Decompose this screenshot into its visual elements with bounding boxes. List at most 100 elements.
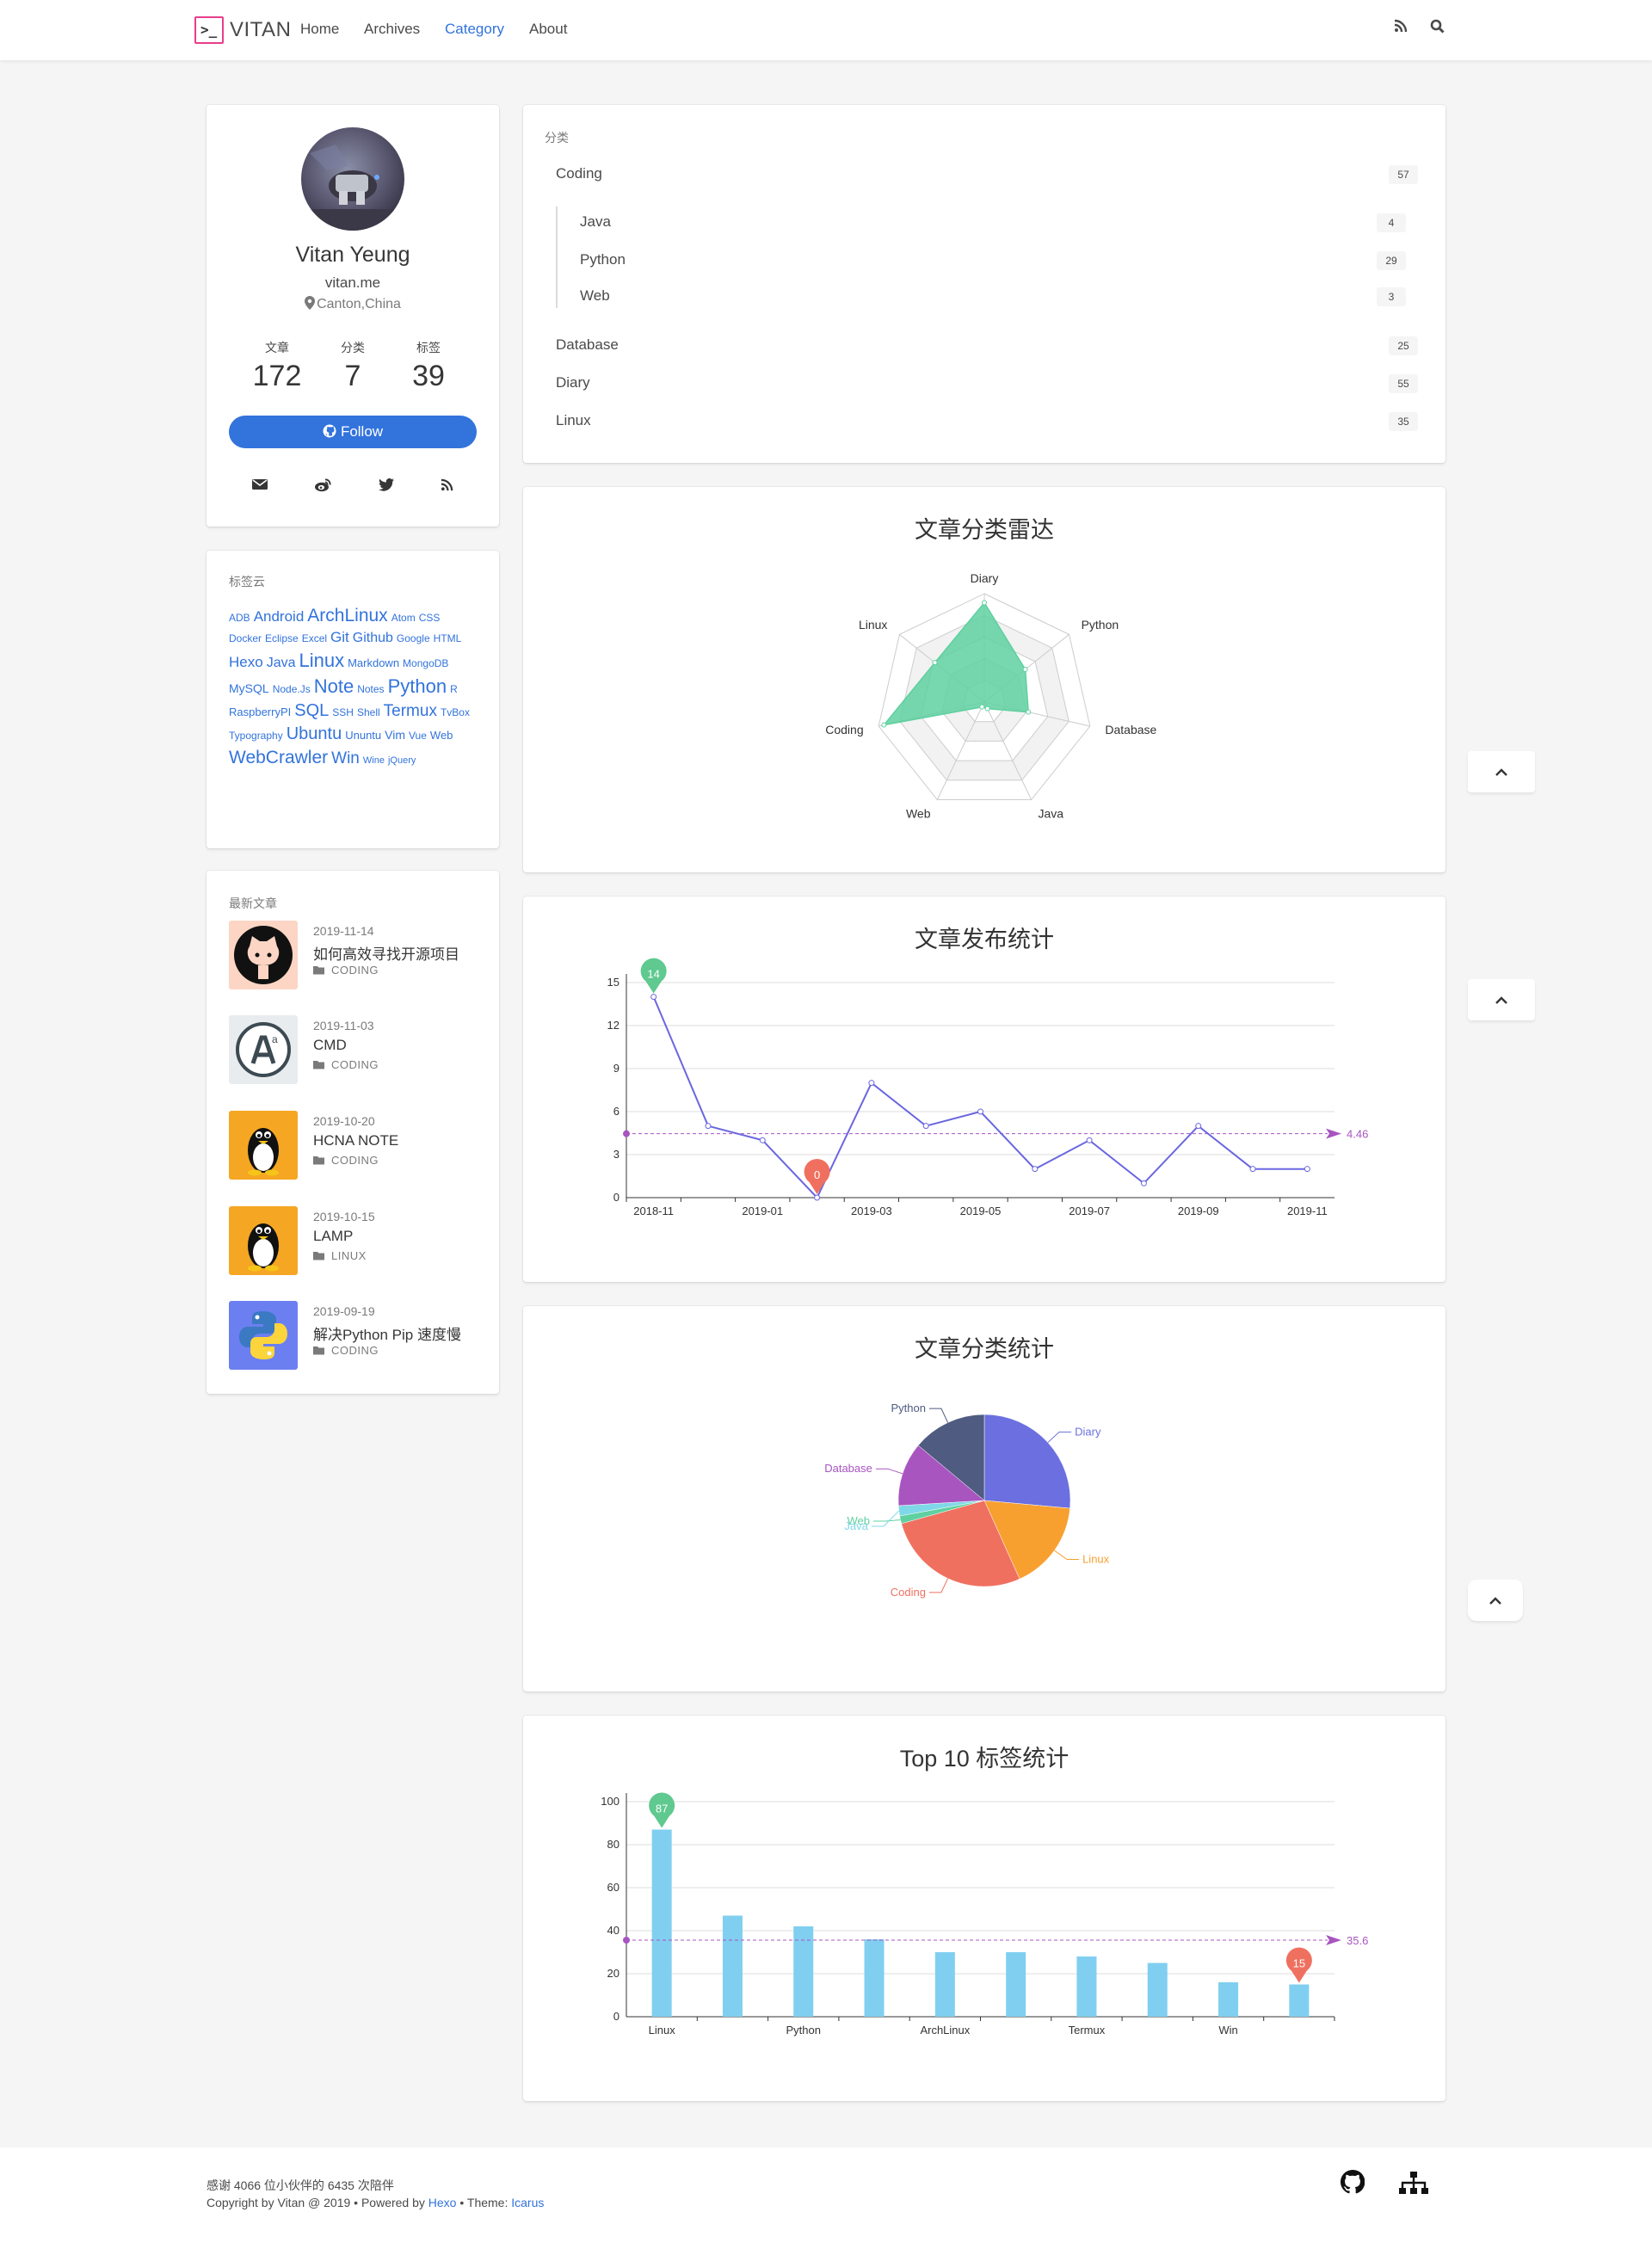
tag-vue[interactable]: Vue — [409, 729, 427, 743]
stat-posts[interactable]: 文章 172 — [234, 339, 320, 393]
category-item-linux[interactable]: Linux 35 — [556, 409, 1418, 434]
tag-python[interactable]: Python — [388, 674, 447, 699]
tag-ubuntu[interactable]: Ubuntu — [287, 723, 342, 746]
tag-ssh[interactable]: SSH — [332, 706, 354, 719]
tag-raspberrypi[interactable]: RaspberryPI — [229, 705, 291, 720]
tag-webcrawler[interactable]: WebCrawler — [229, 746, 328, 770]
nav-about[interactable]: About — [529, 21, 567, 38]
tag-node-js[interactable]: Node.Js — [273, 682, 311, 696]
post-category[interactable]: LINUX — [313, 1249, 367, 1262]
tag-docker[interactable]: Docker — [229, 632, 262, 645]
tag-typography[interactable]: Typography — [229, 729, 283, 743]
hexo-link[interactable]: Hexo — [428, 2196, 457, 2209]
tag-vim[interactable]: Vim — [385, 727, 405, 743]
tag-web[interactable]: Web — [430, 728, 453, 743]
recent-post[interactable]: 2019-11-14 如何高效寻找开源项目 CODING — [229, 921, 487, 993]
category-item-python[interactable]: Python 29 — [580, 248, 1418, 274]
post-category[interactable]: CODING — [313, 1154, 379, 1167]
y-tick-label: 3 — [613, 1148, 620, 1161]
tag-adb[interactable]: ADB — [229, 611, 250, 625]
tag-css[interactable]: CSS — [419, 611, 441, 625]
tag-git[interactable]: Git — [330, 628, 349, 648]
recent-post[interactable]: 2019-09-19 解决Python Pip 速度慢 CODING — [229, 1301, 487, 1373]
post-title[interactable]: 如何高效寻找开源项目 — [313, 942, 459, 964]
mail-icon[interactable] — [252, 478, 268, 495]
tag-eclipse[interactable]: Eclipse — [265, 632, 299, 645]
data-point — [868, 1080, 875, 1087]
search-icon[interactable] — [1430, 19, 1445, 38]
github-icon[interactable] — [229, 921, 298, 989]
tag-android[interactable]: Android — [254, 607, 305, 627]
y-tick-label: 100 — [601, 1795, 620, 1808]
tag-notes[interactable]: Notes — [357, 682, 384, 696]
logo-icon[interactable]: >_ — [194, 16, 224, 44]
post-category[interactable]: CODING — [313, 964, 379, 977]
chevron-up-icon — [1495, 996, 1507, 1004]
profile-site[interactable]: vitan.me — [206, 274, 499, 292]
nav-category[interactable]: Category — [445, 21, 504, 38]
category-item-coding[interactable]: Coding 57 — [556, 162, 1418, 188]
stat-categories[interactable]: 分类 7 — [310, 339, 396, 393]
tag-markdown[interactable]: Markdown — [348, 656, 399, 671]
tag-linux[interactable]: Linux — [299, 648, 344, 674]
category-item-web[interactable]: Web 3 — [580, 284, 1418, 310]
post-title[interactable]: HCNA NOTE — [313, 1132, 398, 1149]
back-to-top-button[interactable] — [1468, 979, 1535, 1020]
category-name: Python — [580, 251, 626, 268]
recent-post[interactable]: a 2019-11-03 CMD CODING — [229, 1015, 487, 1088]
tag-github[interactable]: Github — [353, 629, 393, 648]
tux-icon[interactable] — [229, 1111, 298, 1180]
category-item-database[interactable]: Database 25 — [556, 333, 1418, 359]
back-to-top-button[interactable] — [1468, 751, 1535, 792]
tag-ununtu[interactable]: Ununtu — [345, 728, 381, 743]
nav-archives[interactable]: Archives — [364, 21, 420, 38]
tag-hexo[interactable]: Hexo — [229, 653, 263, 673]
tag-wine[interactable]: Wine — [363, 755, 385, 767]
tag-win[interactable]: Win — [331, 748, 360, 770]
icarus-link[interactable]: Icarus — [511, 2196, 544, 2209]
tag-archlinux[interactable]: ArchLinux — [307, 604, 387, 628]
tag-google[interactable]: Google — [397, 632, 430, 645]
post-category[interactable]: CODING — [313, 1058, 379, 1071]
tag-note[interactable]: Note — [314, 674, 354, 699]
post-title[interactable]: LAMP — [313, 1228, 353, 1245]
sitemap-icon[interactable] — [1399, 2172, 1428, 2198]
twitter-icon[interactable] — [379, 478, 394, 496]
terminal-font-icon[interactable]: a — [229, 1015, 298, 1084]
post-title[interactable]: CMD — [313, 1037, 347, 1054]
tag-sql[interactable]: SQL — [294, 699, 329, 723]
brand-name[interactable]: VITAN — [230, 18, 291, 42]
tag-r[interactable]: R — [450, 682, 458, 696]
recent-post[interactable]: 2019-10-15 LAMP LINUX — [229, 1206, 487, 1279]
tag-termux[interactable]: Termux — [384, 700, 437, 723]
python-icon[interactable] — [229, 1301, 298, 1370]
tag-tvbox[interactable]: TvBox — [441, 706, 470, 719]
tag-atom[interactable]: Atom — [391, 611, 416, 625]
tag-shell[interactable]: Shell — [357, 706, 380, 719]
x-tick-label: Linux — [649, 2024, 676, 2037]
tag-mysql[interactable]: MySQL — [229, 681, 269, 697]
post-category[interactable]: CODING — [313, 1344, 379, 1357]
category-item-diary[interactable]: Diary 55 — [556, 371, 1418, 397]
tag-excel[interactable]: Excel — [302, 632, 327, 645]
rss-icon[interactable] — [1394, 19, 1408, 37]
radar-indicator-label: Database — [1105, 723, 1156, 736]
stat-tags[interactable]: 标签 39 — [385, 339, 472, 393]
github-icon[interactable] — [1340, 2169, 1365, 2198]
back-to-top-button[interactable] — [1468, 1580, 1523, 1621]
recent-post[interactable]: 2019-10-20 HCNA NOTE CODING — [229, 1111, 487, 1183]
recent-title: 最新文章 — [229, 897, 277, 910]
tag-html[interactable]: HTML — [434, 632, 462, 645]
weibo-icon[interactable] — [314, 478, 331, 496]
post-title[interactable]: 解决Python Pip 速度慢 — [313, 1322, 461, 1344]
nav-home[interactable]: Home — [300, 21, 339, 38]
category-item-java[interactable]: Java 4 — [580, 210, 1418, 236]
tag-java[interactable]: Java — [267, 654, 296, 673]
y-tick-label: 12 — [607, 1019, 620, 1032]
tag-jquery[interactable]: jQuery — [388, 755, 416, 767]
tux-icon[interactable] — [229, 1206, 298, 1275]
rss-icon[interactable] — [441, 478, 453, 496]
follow-button[interactable]: Follow — [229, 416, 477, 448]
post-date: 2019-11-03 — [313, 1019, 374, 1032]
tag-mongodb[interactable]: MongoDB — [403, 656, 448, 670]
